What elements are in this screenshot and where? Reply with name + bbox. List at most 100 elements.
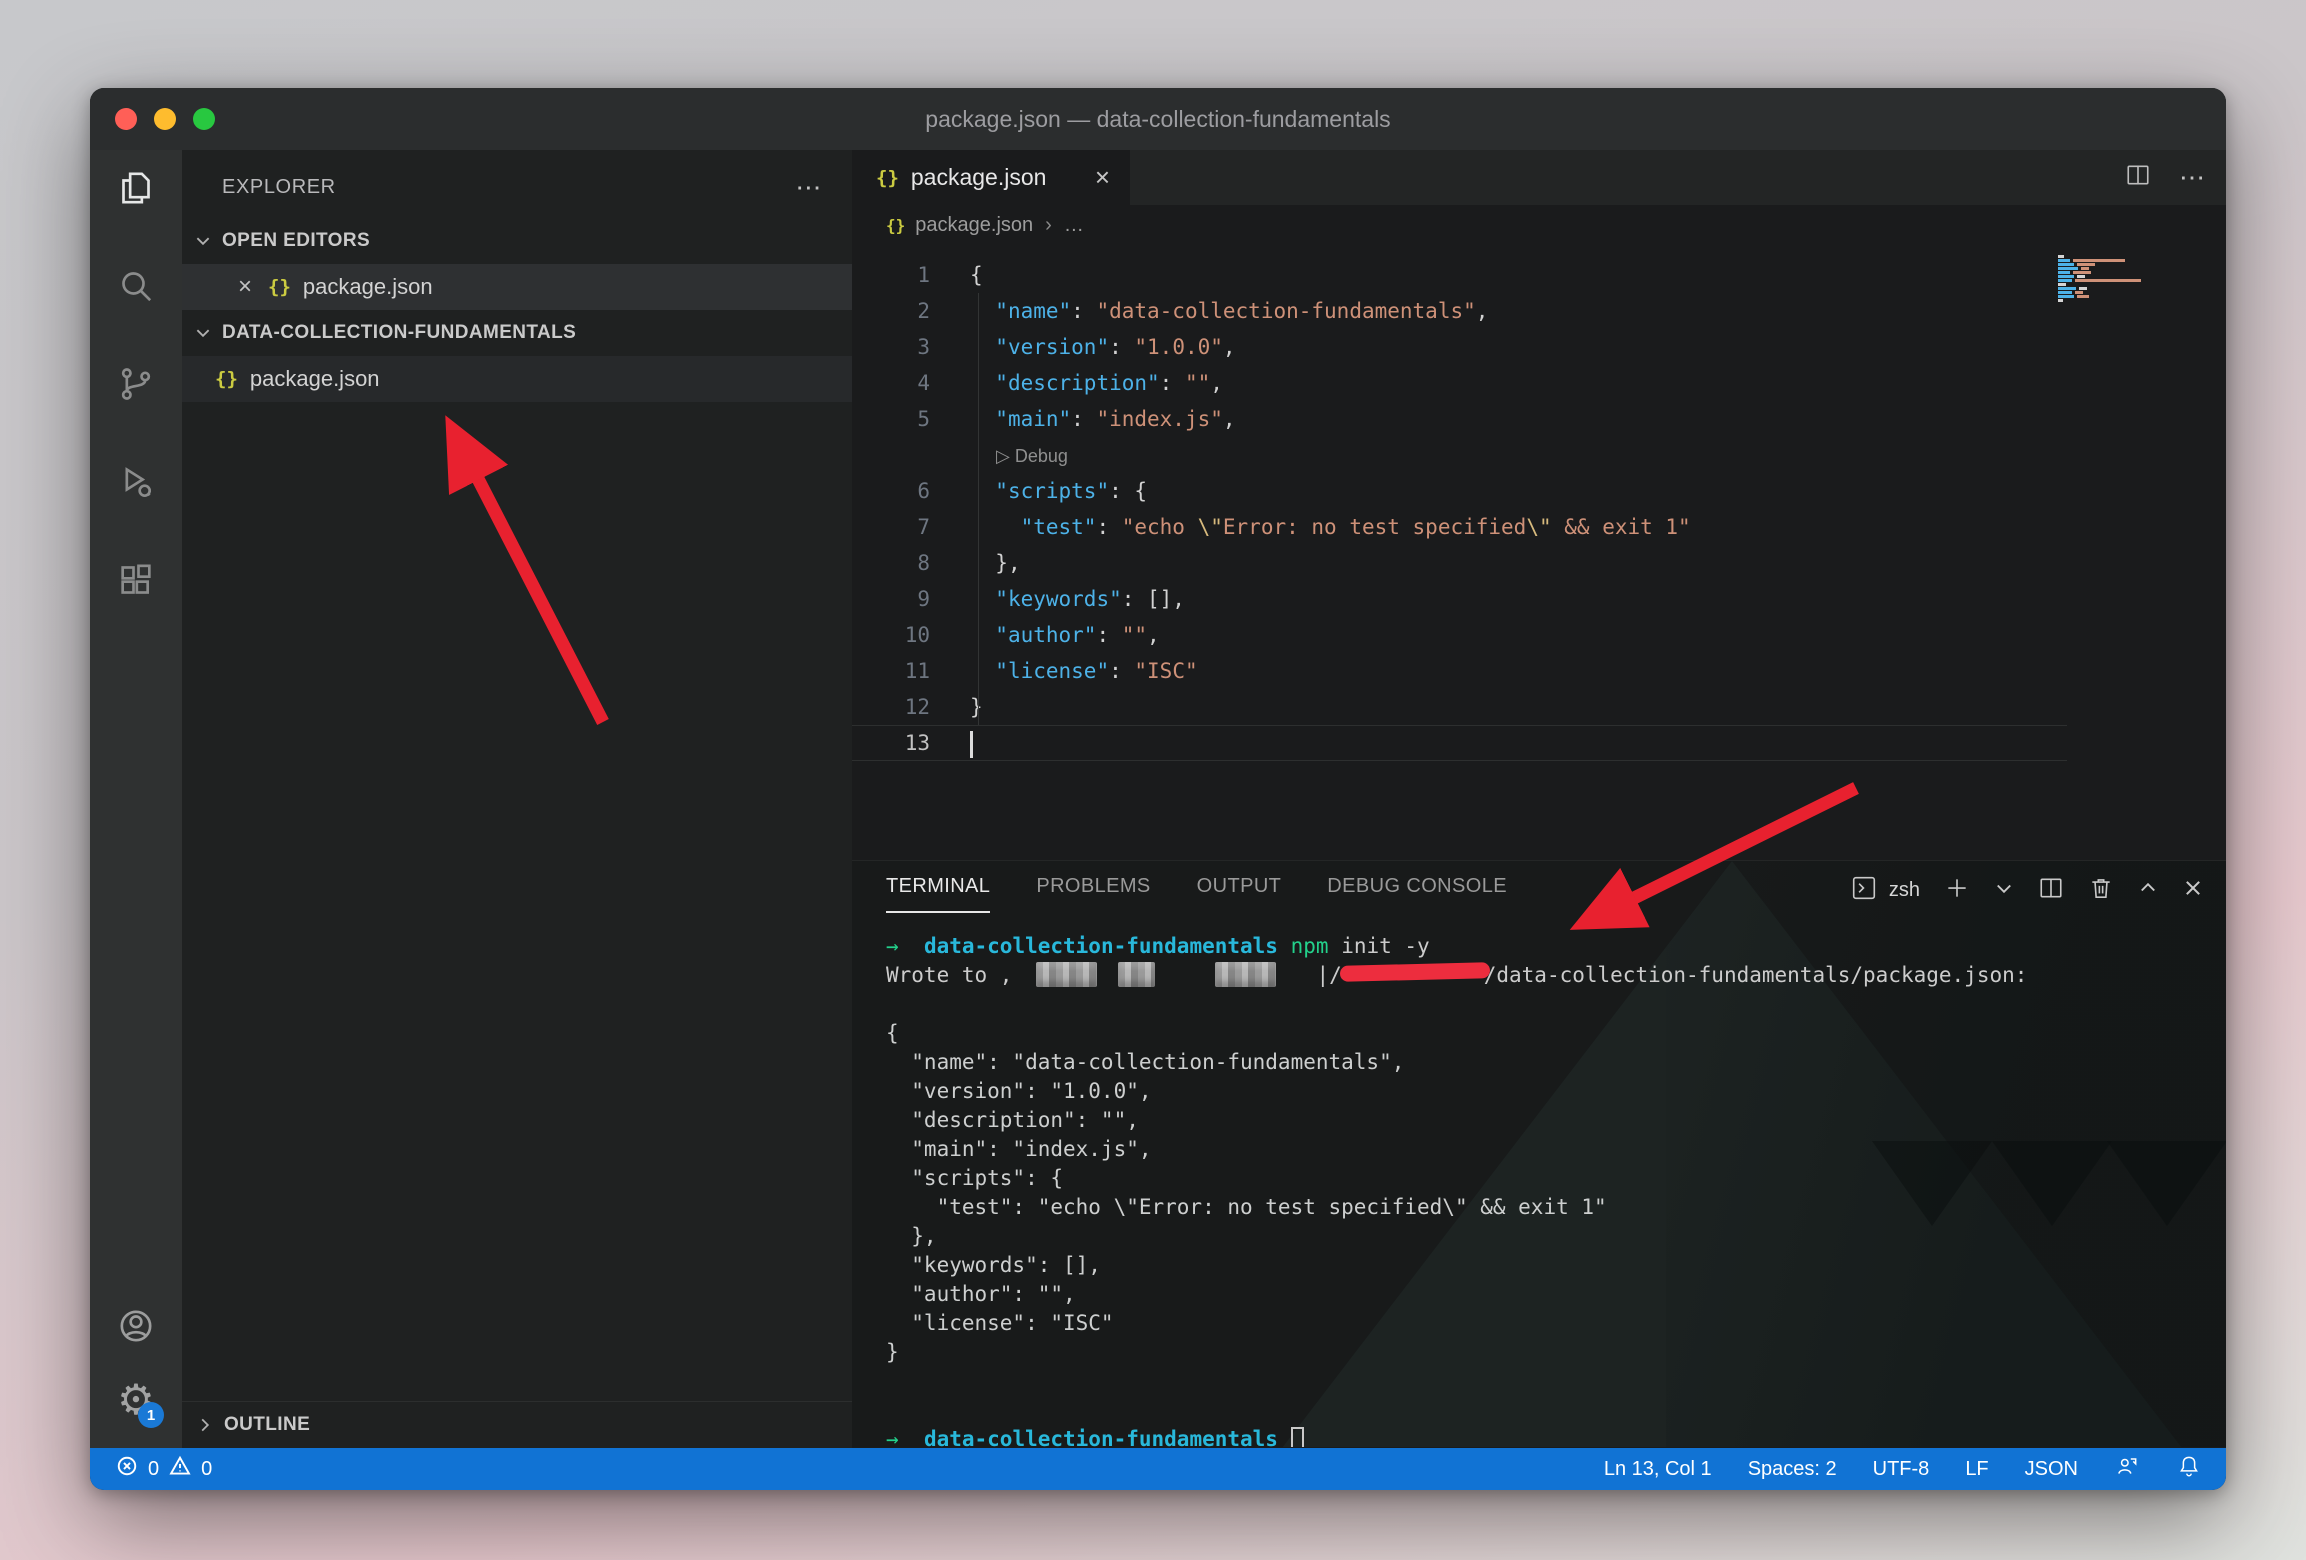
line-number: 5 bbox=[852, 401, 930, 437]
activity-search-button[interactable] bbox=[112, 264, 160, 312]
tab-terminal[interactable]: TERMINAL bbox=[886, 875, 990, 913]
activity-explorer-button[interactable] bbox=[112, 166, 160, 214]
code-line[interactable]: 9 "keywords": [], bbox=[852, 581, 2067, 617]
open-editor-item-package-json[interactable]: × {} package.json bbox=[182, 264, 852, 310]
more-actions-icon[interactable]: ⋯ bbox=[2179, 162, 2206, 193]
folder-name-label: DATA-COLLECTION-FUNDAMENTALS bbox=[222, 322, 576, 344]
outline-section-header[interactable]: OUTLINE bbox=[182, 1401, 852, 1448]
sidebar-title-row: EXPLORER ⋯ bbox=[182, 150, 852, 218]
editor-actions: ⋯ bbox=[2125, 150, 2206, 205]
terminal-panel: TERMINAL PROBLEMS OUTPUT DEBUG CONSOLE z… bbox=[852, 860, 2226, 1447]
line-content bbox=[970, 725, 973, 761]
close-panel-icon[interactable] bbox=[2182, 877, 2204, 904]
code-line[interactable]: 2 "name": "data-collection-fundamentals"… bbox=[852, 293, 2067, 329]
minimap-row bbox=[2052, 259, 2184, 262]
activity-extensions-button[interactable] bbox=[112, 558, 160, 606]
code-line[interactable]: 12} bbox=[852, 689, 2067, 725]
minimap-row bbox=[2052, 263, 2184, 266]
minimap-row bbox=[2052, 283, 2184, 286]
chevron-down-icon bbox=[194, 324, 212, 342]
code-line[interactable]: 10 "author": "", bbox=[852, 617, 2067, 653]
sidebar-more-actions-button[interactable]: ⋯ bbox=[795, 172, 822, 203]
cursor-position[interactable]: Ln 13, Col 1 bbox=[1604, 1458, 1712, 1481]
open-editors-section-header[interactable]: OPEN EDITORS bbox=[182, 218, 852, 264]
code-line[interactable]: 1{ bbox=[852, 257, 2067, 293]
code-line[interactable]: 11 "license": "ISC" bbox=[852, 653, 2067, 689]
new-terminal-icon[interactable] bbox=[1944, 875, 1970, 906]
minimap[interactable] bbox=[2052, 255, 2184, 303]
minimap-row bbox=[2052, 291, 2184, 294]
split-editor-icon[interactable] bbox=[2125, 162, 2151, 193]
window-body: ⚙ 1 EXPLORER ⋯ OPEN EDITORS × bbox=[90, 150, 2226, 1448]
account-icon bbox=[116, 1306, 156, 1351]
language-mode[interactable]: JSON bbox=[2025, 1458, 2078, 1481]
line-content: "keywords": [], bbox=[970, 581, 1185, 617]
activity-settings-button[interactable]: ⚙ 1 bbox=[112, 1376, 160, 1424]
activity-account-button[interactable] bbox=[112, 1304, 160, 1352]
close-tab-icon[interactable]: × bbox=[1095, 162, 1110, 193]
terminal-line: → data-collection-fundamentals npm init … bbox=[886, 932, 2027, 961]
minimap-row bbox=[2052, 279, 2184, 282]
code-lines: 1{2 "name": "data-collection-fundamental… bbox=[852, 257, 2067, 761]
folder-section-header[interactable]: DATA-COLLECTION-FUNDAMENTALS bbox=[182, 310, 852, 356]
indentation[interactable]: Spaces: 2 bbox=[1748, 1458, 1837, 1481]
tab-problems[interactable]: PROBLEMS bbox=[1036, 875, 1150, 913]
terminal-line: Wrote to ,|//data-collection-fundamental… bbox=[886, 961, 2027, 990]
code-line[interactable]: 6 "scripts": { bbox=[852, 473, 2067, 509]
errors-count: 0 bbox=[148, 1458, 159, 1481]
line-number: 8 bbox=[852, 545, 930, 581]
activity-run-debug-button[interactable] bbox=[112, 460, 160, 508]
problems-status[interactable]: 0 0 bbox=[116, 1455, 212, 1483]
eol-sequence[interactable]: LF bbox=[1965, 1458, 1988, 1481]
code-line[interactable]: 5 "main": "index.js", bbox=[852, 401, 2067, 437]
chevron-right-icon bbox=[196, 1416, 214, 1434]
feedback-icon[interactable] bbox=[2114, 1453, 2140, 1485]
activity-source-control-button[interactable] bbox=[112, 362, 160, 410]
code-line[interactable]: 8 }, bbox=[852, 545, 2067, 581]
close-editor-icon[interactable]: × bbox=[238, 273, 252, 301]
minimap-row bbox=[2052, 267, 2184, 270]
code-line[interactable]: 3 "version": "1.0.0", bbox=[852, 329, 2067, 365]
debug-codelens[interactable]: ▷ Debug bbox=[970, 446, 1068, 466]
split-terminal-icon[interactable] bbox=[2038, 875, 2064, 906]
redaction-red-bar bbox=[1340, 962, 1490, 982]
launch-profile-chevron-icon[interactable] bbox=[1994, 878, 2014, 903]
code-line[interactable]: 7 "test": "echo \"Error: no test specifi… bbox=[852, 509, 2067, 545]
line-number bbox=[852, 437, 930, 473]
open-editor-file-label: package.json bbox=[303, 274, 433, 300]
file-item-package-json[interactable]: {} package.json bbox=[182, 356, 852, 402]
kill-terminal-icon[interactable] bbox=[2088, 875, 2114, 906]
code-editor[interactable]: 1{2 "name": "data-collection-fundamental… bbox=[852, 245, 2226, 860]
tab-label: package.json bbox=[911, 164, 1095, 191]
tab-output[interactable]: OUTPUT bbox=[1197, 875, 1282, 913]
tab-package-json[interactable]: {} package.json × bbox=[852, 150, 1130, 205]
line-number: 6 bbox=[852, 473, 930, 509]
terminal-line: }, bbox=[886, 1222, 2027, 1251]
open-editors-label: OPEN EDITORS bbox=[222, 230, 370, 252]
line-content: "description": "", bbox=[970, 365, 1223, 401]
maximize-panel-icon[interactable] bbox=[2138, 878, 2158, 903]
status-bar: 0 0 Ln 13, Col 1 Spaces: 2 UTF-8 LF JSON bbox=[90, 1448, 2226, 1490]
titlebar: package.json — data-collection-fundament… bbox=[90, 88, 2226, 150]
code-line[interactable]: 4 "description": "", bbox=[852, 365, 2067, 401]
line-number: 12 bbox=[852, 689, 930, 725]
json-file-icon: {} bbox=[215, 368, 238, 390]
line-number: 9 bbox=[852, 581, 930, 617]
notifications-bell-icon[interactable] bbox=[2176, 1453, 2202, 1485]
terminal-line: "version": "1.0.0", bbox=[886, 1077, 2027, 1106]
line-number: 10 bbox=[852, 617, 930, 653]
breadcrumb-more[interactable]: … bbox=[1064, 214, 1084, 237]
terminal-line: "license": "ISC" bbox=[886, 1309, 2027, 1338]
desktop-background: package.json — data-collection-fundament… bbox=[0, 0, 2306, 1560]
terminal-watermark bbox=[2107, 1141, 2226, 1226]
code-line[interactable]: 13 bbox=[852, 725, 2067, 761]
codelens-row[interactable]: ▷ Debug bbox=[852, 437, 2067, 473]
terminal-icon bbox=[1851, 875, 1877, 906]
tab-debug-console[interactable]: DEBUG CONSOLE bbox=[1327, 875, 1507, 913]
source-control-icon bbox=[116, 364, 156, 409]
terminal-output[interactable]: → data-collection-fundamentals npm init … bbox=[886, 932, 2027, 1447]
encoding[interactable]: UTF-8 bbox=[1873, 1458, 1930, 1481]
breadcrumb[interactable]: {} package.json › … bbox=[852, 205, 2226, 245]
breadcrumb-file[interactable]: package.json bbox=[915, 214, 1033, 237]
vscode-window: package.json — data-collection-fundament… bbox=[90, 88, 2226, 1490]
